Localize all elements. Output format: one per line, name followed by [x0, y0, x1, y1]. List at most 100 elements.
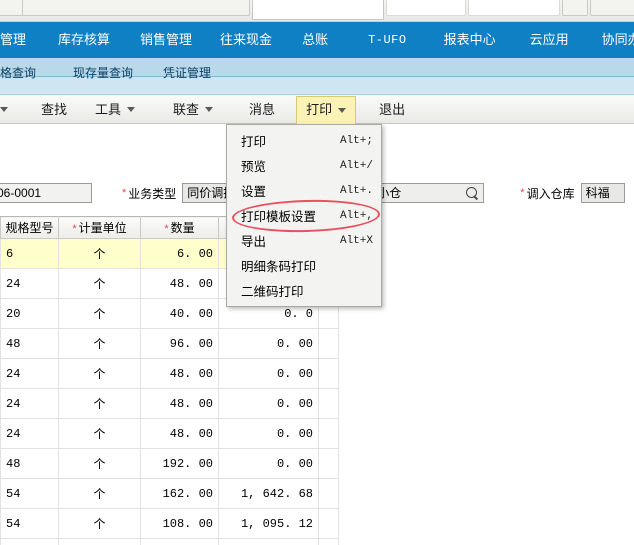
cell-extra[interactable]: [318, 508, 339, 539]
cell-unit[interactable]: 个: [58, 448, 141, 479]
search-icon[interactable]: [466, 186, 479, 200]
cell-spec[interactable]: 48: [0, 328, 59, 359]
toolbar-item-lianchao[interactable]: 联查: [164, 97, 222, 123]
cell-qty[interactable]: 48. 00: [140, 358, 219, 389]
cell-unit[interactable]: 个: [58, 328, 141, 359]
cell-qty[interactable]: 48. 00: [140, 268, 219, 299]
cell-amount[interactable]: 1, 642. 68: [218, 478, 319, 509]
in-warehouse-field[interactable]: 科福: [580, 183, 625, 203]
chrome-tab-active[interactable]: [252, 0, 539, 20]
menu-item-detail-barcode-print[interactable]: 明细条码打印: [227, 253, 381, 278]
sub-nav-item-gechaxun[interactable]: 格查询: [0, 64, 36, 81]
menu-item-print[interactable]: 打印 Alt+;: [227, 128, 381, 153]
cell-amount[interactable]: 1, 095. 12: [218, 508, 319, 539]
document-number-field[interactable]: -06-0001: [0, 183, 92, 203]
nav-item-zongzhang[interactable]: 总账: [302, 22, 328, 58]
cell-amount[interactable]: 0. 00: [218, 328, 319, 359]
menu-item-export[interactable]: 导出 Alt+X: [227, 228, 381, 253]
table-row[interactable]: 36个72. 000. 00: [0, 538, 339, 545]
cell-qty[interactable]: 48. 00: [140, 418, 219, 449]
cell-spec[interactable]: 48: [0, 448, 59, 479]
chrome-tab[interactable]: [562, 0, 588, 16]
cell-extra[interactable]: [318, 538, 339, 545]
table-row[interactable]: 48 个 192. 00 0. 00: [0, 448, 339, 479]
cell-unit[interactable]: 个: [58, 268, 141, 299]
cell-qty[interactable]: 192. 00: [140, 448, 219, 479]
cell-amount[interactable]: 0. 00: [218, 388, 319, 419]
cell-qty[interactable]: 162. 00: [140, 478, 219, 509]
column-header-qty[interactable]: * 数量: [140, 216, 219, 239]
table-row[interactable]: 54 个 162. 00 1, 642. 68: [0, 478, 339, 509]
cell-unit[interactable]: 个: [58, 538, 141, 545]
cell-spec[interactable]: 24: [0, 418, 59, 449]
cell-unit[interactable]: 个: [58, 238, 141, 269]
nav-item-t-ufo[interactable]: T-UFO: [368, 22, 407, 58]
cell-qty[interactable]: 40. 00: [140, 298, 219, 329]
cell-extra[interactable]: [318, 328, 339, 359]
cell-extra[interactable]: [318, 358, 339, 389]
cell-spec[interactable]: 36: [0, 538, 59, 545]
cell-spec[interactable]: 24: [0, 358, 59, 389]
sub-nav-item-xiancunliangchaxun[interactable]: 现存量查询: [73, 64, 133, 81]
table-row[interactable]: 24 个 48. 00 0. 00: [0, 388, 339, 419]
toolbar-item-overflow[interactable]: [0, 97, 10, 123]
menu-item-settings[interactable]: 设置 Alt+.: [227, 178, 381, 203]
cell-unit[interactable]: 个: [58, 388, 141, 419]
nav-item-xiaoshouguanli[interactable]: 销售管理: [140, 22, 192, 58]
nav-item-xietongbangong[interactable]: 协同办公 赠送: [602, 22, 634, 58]
cell-extra[interactable]: [318, 478, 339, 509]
print-dropdown-menu[interactable]: 打印 Alt+; 预览 Alt+/ 设置 Alt+. 打印模板设置 Alt+, …: [226, 124, 382, 307]
cell-amount[interactable]: 0. 00: [218, 358, 319, 389]
column-header-unit[interactable]: * 计量单位: [58, 216, 141, 239]
cell-spec[interactable]: 24: [0, 388, 59, 419]
table-row[interactable]: 24 个 48. 00 0. 00: [0, 358, 339, 389]
table-row[interactable]: 48 个 96. 00 0. 00: [0, 328, 339, 359]
cell-unit[interactable]: 个: [58, 418, 141, 449]
cell-unit[interactable]: 个: [58, 478, 141, 509]
table-row[interactable]: 24 个 48. 00 0. 00: [0, 418, 339, 449]
chrome-tab[interactable]: [590, 0, 634, 16]
cell-extra[interactable]: [318, 448, 339, 479]
cell-amount[interactable]: 0. 00: [218, 448, 319, 479]
chrome-tab[interactable]: [22, 0, 250, 16]
toolbar-item-tuichu[interactable]: 退出: [370, 97, 414, 123]
sub-nav-item-pingzhengguanli[interactable]: 凭证管理: [163, 64, 211, 81]
cell-unit[interactable]: 个: [58, 508, 141, 539]
column-header-spec[interactable]: 规格型号: [0, 216, 59, 239]
table-row[interactable]: 54 个 108. 00 1, 095. 12: [0, 508, 339, 539]
cell-extra[interactable]: [318, 388, 339, 419]
cell-qty[interactable]: 72. 00: [140, 538, 219, 545]
in-warehouse-label: 调入仓库: [526, 186, 575, 201]
cell-qty[interactable]: 48. 00: [140, 388, 219, 419]
cell-extra[interactable]: [318, 418, 339, 449]
nav-item-wanglaixianjin[interactable]: 往来现金: [220, 22, 272, 58]
cell-spec[interactable]: 24: [0, 268, 59, 299]
cell-qty[interactable]: 6. 00: [140, 238, 219, 269]
cell-spec[interactable]: 6: [0, 238, 59, 269]
cell-amount[interactable]: 0. 00: [218, 538, 319, 545]
menu-item-print-template-settings[interactable]: 打印模板设置 Alt+,: [227, 203, 381, 228]
cell-spec[interactable]: 54: [0, 478, 59, 509]
chrome-tab[interactable]: [468, 0, 560, 16]
chrome-tab[interactable]: [0, 0, 24, 16]
toolbar: 查找 工具 联查 消息 打印 退出: [0, 95, 634, 124]
toolbar-item-xiaoxi[interactable]: 消息: [240, 97, 284, 123]
cell-spec[interactable]: 54: [0, 508, 59, 539]
cell-qty[interactable]: 108. 00: [140, 508, 219, 539]
toolbar-item-print[interactable]: 打印: [296, 95, 357, 124]
nav-item-guanli[interactable]: 管理: [0, 22, 26, 58]
cell-spec[interactable]: 20: [0, 298, 59, 329]
cell-unit[interactable]: 个: [58, 358, 141, 389]
nav-item-kucunhesuan[interactable]: 库存核算: [58, 22, 110, 58]
menu-item-qrcode-print[interactable]: 二维码打印: [227, 278, 381, 303]
nav-item-yunyingyong[interactable]: 云应用: [530, 22, 569, 58]
toolbar-item-chazhao[interactable]: 查找: [32, 97, 76, 123]
toolbar-item-gongju[interactable]: 工具: [86, 97, 144, 123]
cell-unit[interactable]: 个: [58, 298, 141, 329]
out-warehouse-field[interactable]: 小仓: [372, 183, 485, 203]
cell-amount[interactable]: 0. 00: [218, 418, 319, 449]
menu-item-preview[interactable]: 预览 Alt+/: [227, 153, 381, 178]
chrome-tab[interactable]: [386, 0, 466, 16]
cell-qty[interactable]: 96. 00: [140, 328, 219, 359]
nav-item-baobiaozhongxin[interactable]: 报表中心: [444, 22, 496, 58]
